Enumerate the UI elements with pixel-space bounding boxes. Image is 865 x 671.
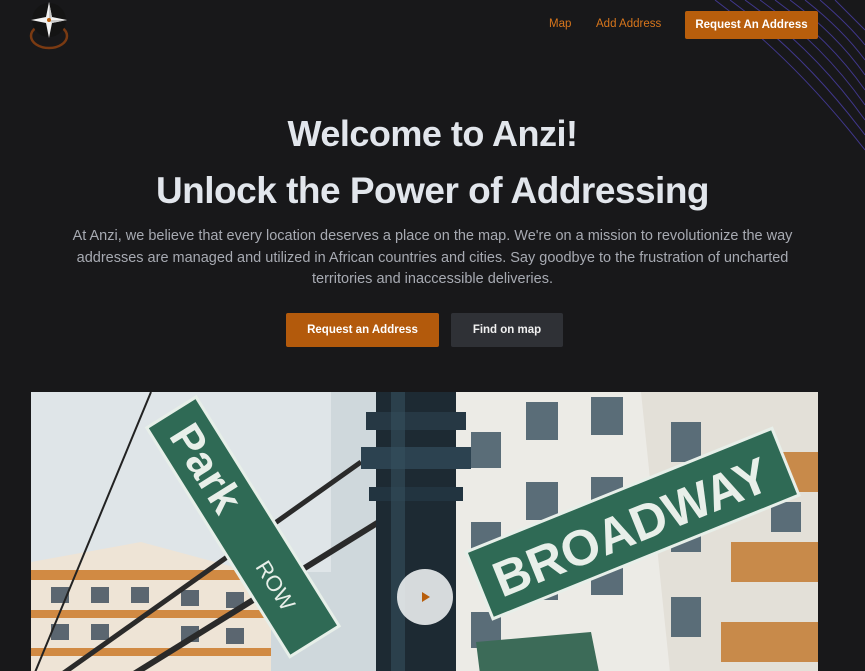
hero-title: Welcome to Anzi! [287,113,578,154]
hero-video[interactable]: Park ROW BROADWAY [31,392,818,671]
play-icon [422,592,430,602]
request-address-nav-button[interactable]: Request An Address [685,11,818,39]
find-on-map-button[interactable]: Find on map [451,313,563,347]
compass-star-icon[interactable] [26,0,72,50]
hero-description: At Anzi, we believe that every location … [72,228,793,287]
request-address-button[interactable]: Request an Address [286,313,439,347]
landing-page: Map Add Address Request An Address Welco… [0,0,865,671]
nav-link-map[interactable]: Map [549,18,571,30]
nav-link-add-address[interactable]: Add Address [596,18,661,30]
play-button[interactable] [397,569,453,625]
hero-subtitle: Unlock the Power of Addressing [155,170,710,211]
top-navbar: Map Add Address Request An Address [0,0,865,50]
street-sign-image: Park ROW BROADWAY [31,392,818,671]
